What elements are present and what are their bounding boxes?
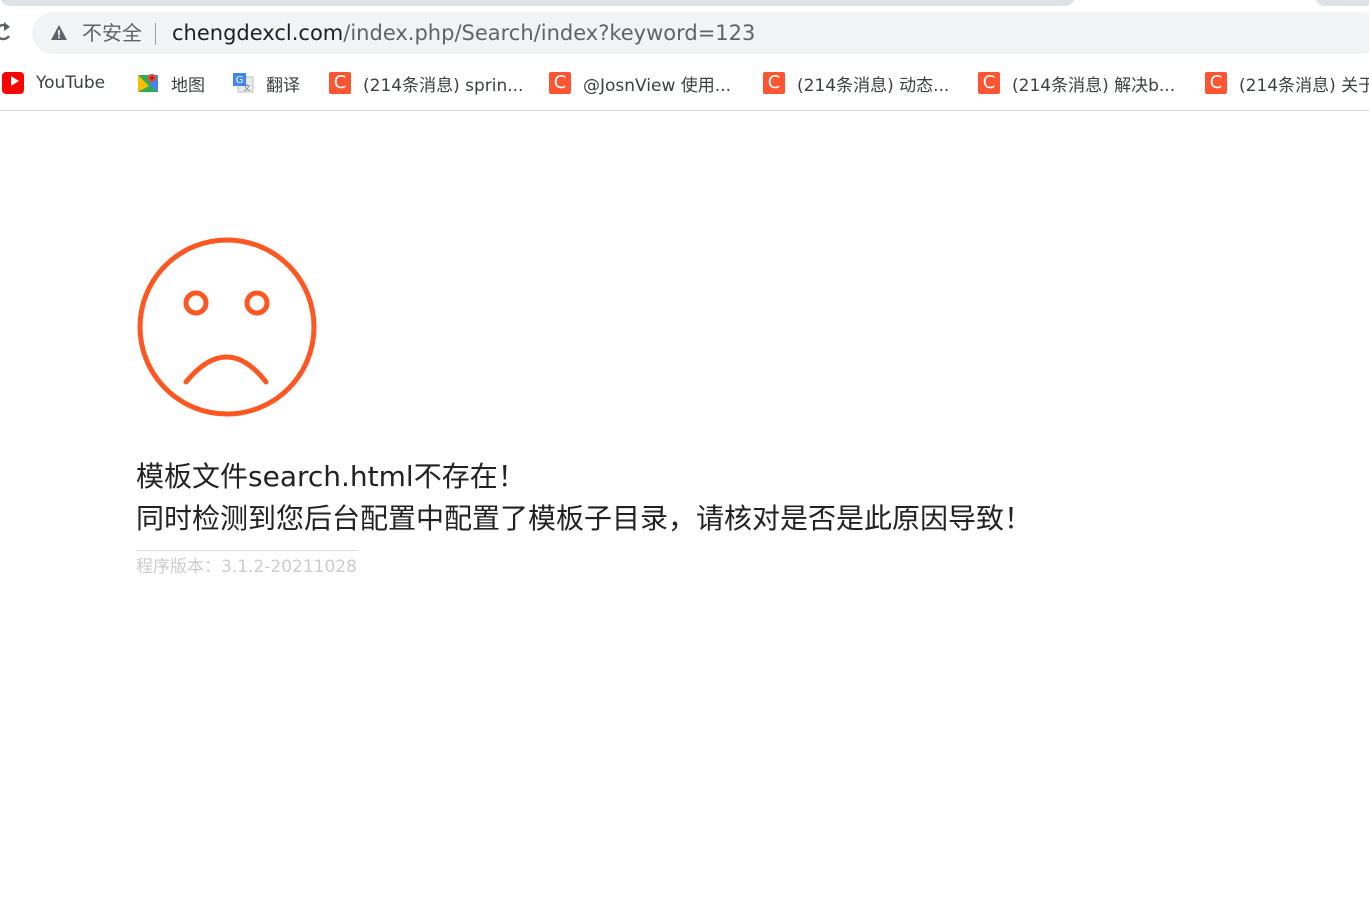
svg-text:文: 文 [244, 83, 251, 92]
tab-strip [0, 0, 1369, 8]
translate-icon: G 文 [233, 73, 254, 93]
bookmark-csdn-2[interactable]: C @JosnView 使用... [549, 66, 731, 100]
error-message-title: 模板文件search.html不存在！ [136, 460, 526, 493]
bookmarks-bar: YouTube 地图 G 文 翻译 C (214条消息) sprin... C … [0, 66, 1369, 100]
url-path: /index.php/Search/index?keyword=123 [343, 21, 756, 45]
bookmark-csdn-4[interactable]: C (214条消息) 解决b... [978, 66, 1175, 100]
bookmark-label: (214条消息) 关于 [1239, 75, 1369, 96]
error-message-detail: 同时检测到您后台配置中配置了模板子目录，请核对是否是此原因导致！ [136, 502, 1033, 535]
bookmark-label: (214条消息) sprin... [363, 75, 524, 96]
bookmark-label: YouTube [36, 73, 106, 93]
csdn-icon: C [329, 72, 351, 94]
bookmark-label: (214条消息) 解决b... [1012, 75, 1176, 96]
separator [155, 23, 156, 45]
reload-icon[interactable] [0, 20, 16, 46]
error-page: 模板文件search.html不存在！ 同时检测到您后台配置中配置了模板子目录，… [136, 236, 1236, 579]
url-host: chengdexcl.com [172, 21, 344, 45]
bookmark-label: @JosnView 使用... [583, 75, 732, 96]
bookmark-youtube[interactable]: YouTube [2, 66, 105, 100]
bookmark-csdn-1[interactable]: C (214条消息) sprin... [329, 66, 523, 100]
bookmark-label: 翻译 [266, 75, 300, 96]
svg-text:G: G [236, 75, 244, 86]
csdn-icon: C [1205, 72, 1227, 94]
maps-icon [138, 74, 158, 92]
sad-face-icon [137, 237, 317, 417]
active-tab[interactable] [0, 0, 1075, 6]
csdn-icon: C [978, 72, 1000, 94]
csdn-icon: C [763, 72, 785, 94]
bookmark-label: 地图 [171, 75, 205, 96]
divider [136, 550, 358, 551]
warning-icon[interactable] [50, 24, 68, 42]
security-label[interactable]: 不安全 [82, 22, 142, 44]
version-text: 程序版本：3.1.2-20211028 [136, 557, 357, 577]
inactive-tab[interactable] [1315, 0, 1369, 6]
bookmark-csdn-3[interactable]: C (214条消息) 动态... [763, 66, 949, 100]
bookmark-maps[interactable]: 地图 [137, 66, 205, 100]
bookmark-label: (214条消息) 动态... [797, 75, 950, 96]
url-text[interactable]: chengdexcl.com/index.php/Search/index?ke… [172, 21, 755, 45]
address-bar[interactable]: 不安全 chengdexcl.com/index.php/Search/inde… [32, 12, 1369, 54]
csdn-icon: C [549, 72, 571, 94]
browser-chrome: 不安全 chengdexcl.com/index.php/Search/inde… [0, 0, 1369, 111]
bookmark-csdn-5[interactable]: C (214条消息) 关于 [1205, 66, 1369, 100]
youtube-icon [2, 72, 24, 94]
bookmark-translate[interactable]: G 文 翻译 [232, 66, 300, 100]
